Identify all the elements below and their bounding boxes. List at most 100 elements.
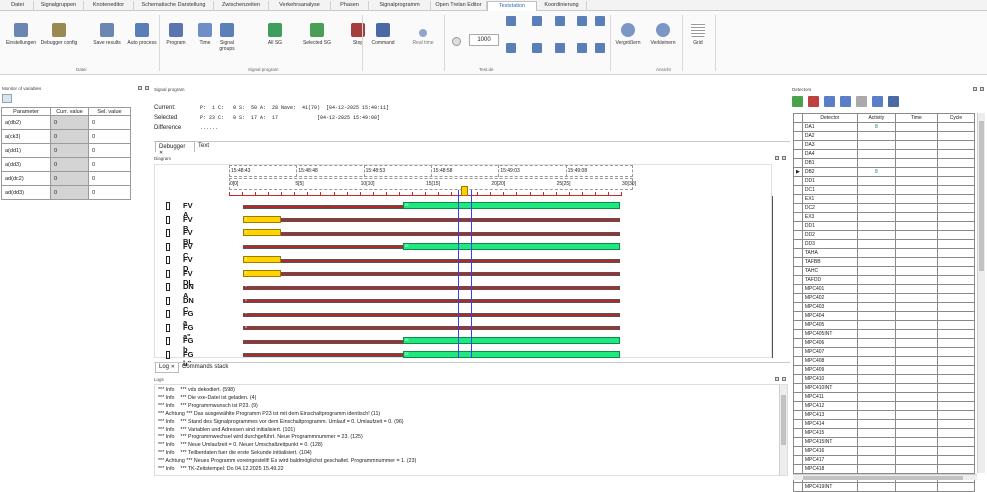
detector-row[interactable]: MPC412 xyxy=(793,401,976,411)
ribbon-vergr-ern-button[interactable]: Vergrößern xyxy=(612,15,644,46)
detector-row[interactable]: MPC408 xyxy=(793,356,976,366)
detector-row[interactable]: MPC414 xyxy=(793,419,976,429)
panel-settings-icon[interactable] xyxy=(145,86,149,90)
signal-row-checkbox[interactable] xyxy=(166,283,170,291)
menu-tab-phasen[interactable]: Phasen xyxy=(331,1,369,11)
detector-row[interactable]: TAFBB xyxy=(793,257,976,267)
detector-row[interactable]: DA3 xyxy=(793,140,976,150)
detector-tool-icon-1[interactable] xyxy=(792,96,803,107)
detector-row[interactable]: MPC405INT xyxy=(793,329,976,339)
monitor-toolbar-icon[interactable] xyxy=(2,94,12,103)
ribbon-command-button[interactable]: Command xyxy=(368,15,398,46)
detector-row[interactable]: MPC409 xyxy=(793,365,976,375)
speed-input[interactable]: 1000 xyxy=(469,34,499,46)
menu-tab-verkehrsanalyse[interactable]: Verkehrsanalyse xyxy=(269,1,331,11)
detector-row[interactable]: MPC418 xyxy=(793,464,976,474)
log-scrollbar[interactable] xyxy=(779,385,787,475)
detector-row[interactable]: DB1 xyxy=(793,158,976,168)
ribbon-realtime-button[interactable]: Real time xyxy=(408,15,438,46)
selection-line[interactable] xyxy=(471,190,472,358)
detector-row[interactable]: DD1 xyxy=(793,176,976,186)
sim-control-icon-7[interactable] xyxy=(532,43,542,53)
sim-control-icon-9[interactable] xyxy=(577,43,587,53)
detector-row[interactable]: EX3 xyxy=(793,212,976,222)
ribbon-all-sg-button[interactable]: All SG xyxy=(262,15,288,46)
detector-tool-icon-7[interactable] xyxy=(888,96,899,107)
detector-row[interactable]: DC2 xyxy=(793,203,976,213)
log-settings-icon[interactable] xyxy=(782,377,786,381)
ribbon-selected-sg-button[interactable]: Selected SG xyxy=(300,15,334,46)
detector-row[interactable]: DD3 xyxy=(793,239,976,249)
sel-value-cell[interactable]: 0 xyxy=(88,185,131,200)
sim-control-icon-4[interactable] xyxy=(577,16,587,26)
tab-log-close-icon[interactable]: ✕ xyxy=(171,364,175,370)
signal-row-checkbox[interactable] xyxy=(166,350,170,359)
detectors-scroll-thumb[interactable] xyxy=(979,121,984,271)
menu-tab-signalgruppen[interactable]: Signalgruppen xyxy=(34,1,84,11)
detector-tool-icon-6[interactable] xyxy=(872,96,883,107)
detectors-hscrollbar[interactable] xyxy=(793,474,977,480)
sel-value-cell[interactable]: 0 xyxy=(88,115,131,130)
menu-tab-open-trelan-editor[interactable]: Open Trelan Editor xyxy=(431,1,487,11)
sim-control-icon-6[interactable] xyxy=(506,43,516,53)
signal-row-checkbox[interactable] xyxy=(166,202,170,210)
ribbon-save-results-button[interactable]: Save results xyxy=(88,15,126,46)
detector-row[interactable]: MPC403 xyxy=(793,302,976,312)
signal-row-checkbox[interactable] xyxy=(166,215,170,224)
signal-row-checkbox[interactable] xyxy=(166,229,170,237)
detector-row[interactable]: MPC416 xyxy=(793,446,976,456)
sim-control-icon-2[interactable] xyxy=(532,16,542,26)
detector-row[interactable]: DC1 xyxy=(793,185,976,195)
log-pin-icon[interactable] xyxy=(775,377,779,381)
detector-row[interactable]: DA4 xyxy=(793,149,976,159)
detector-row[interactable]: MPC413 xyxy=(793,410,976,420)
detector-row[interactable]: DD2 xyxy=(793,230,976,240)
sel-value-cell[interactable]: 0 xyxy=(88,157,131,172)
time-marker-handle[interactable] xyxy=(461,186,468,196)
ribbon-auto-process-button[interactable]: Auto process xyxy=(123,15,161,46)
signal-row-checkbox[interactable] xyxy=(166,323,170,332)
detector-row[interactable]: MPC407 xyxy=(793,347,976,357)
det-pin-icon[interactable] xyxy=(973,87,977,91)
signal-row-checkbox[interactable] xyxy=(166,269,170,278)
detector-row[interactable]: EX1 xyxy=(793,194,976,204)
sim-control-icon-1[interactable] xyxy=(506,16,516,26)
panel-pin-icon[interactable] xyxy=(138,86,142,90)
detector-row[interactable]: DA2 xyxy=(793,131,976,141)
tab-commands-stack[interactable]: Commands stack xyxy=(182,364,228,370)
ribbon-verkleinern-button[interactable]: Verkleinern xyxy=(647,15,679,46)
detector-row[interactable]: MPC417 xyxy=(793,455,976,465)
detector-row[interactable]: MPC406 xyxy=(793,338,976,348)
detector-tool-icon-4[interactable] xyxy=(840,96,851,107)
signal-row-checkbox[interactable] xyxy=(166,256,170,264)
ribbon-signal-groups-button[interactable]: Signal groups xyxy=(214,15,240,52)
tab-debugger[interactable]: Debugger ✕ xyxy=(155,141,195,156)
menu-tab-koordinierung[interactable]: Koordinierung xyxy=(537,1,587,11)
sel-value-cell[interactable]: 0 xyxy=(88,171,131,186)
signal-row-checkbox[interactable] xyxy=(166,310,170,318)
sim-control-icon-8[interactable] xyxy=(555,43,565,53)
diagram-pin-icon[interactable] xyxy=(775,156,779,160)
cursor-line[interactable] xyxy=(458,190,459,358)
detector-row[interactable]: TAHC xyxy=(793,266,976,276)
menu-tab-zwischenzeiten[interactable]: Zwischenzeiten xyxy=(214,1,269,11)
detector-row[interactable]: MPC415INT xyxy=(793,437,976,447)
ribbon-grid-button[interactable]: Grid xyxy=(688,15,708,46)
signal-row-checkbox[interactable] xyxy=(166,337,170,345)
menu-tab-schematische-darstellung[interactable]: Schematische Darstellung xyxy=(134,1,214,11)
detectors-scrollbar[interactable] xyxy=(977,113,985,473)
detector-row[interactable]: TAFDD xyxy=(793,275,976,285)
sim-control-icon-3[interactable] xyxy=(555,16,565,26)
detector-row[interactable]: MPC405 xyxy=(793,320,976,330)
tab-log[interactable]: Log ✕ xyxy=(155,363,179,373)
detectors-hscroll-thumb[interactable] xyxy=(803,476,963,480)
tab-text[interactable]: Text xyxy=(198,143,209,149)
menu-tab-signalprogramm[interactable]: Signalprogramm xyxy=(369,1,431,11)
detector-tool-icon-5[interactable] xyxy=(856,96,867,107)
signal-row-checkbox[interactable] xyxy=(166,296,170,305)
detector-row[interactable]: MPC410 xyxy=(793,374,976,384)
detector-row[interactable]: ▶ DB2 8 xyxy=(793,167,976,177)
sel-value-cell[interactable]: 0 xyxy=(88,143,131,158)
diagram-settings-icon[interactable] xyxy=(782,156,786,160)
sel-value-cell[interactable]: 0 xyxy=(88,129,131,144)
